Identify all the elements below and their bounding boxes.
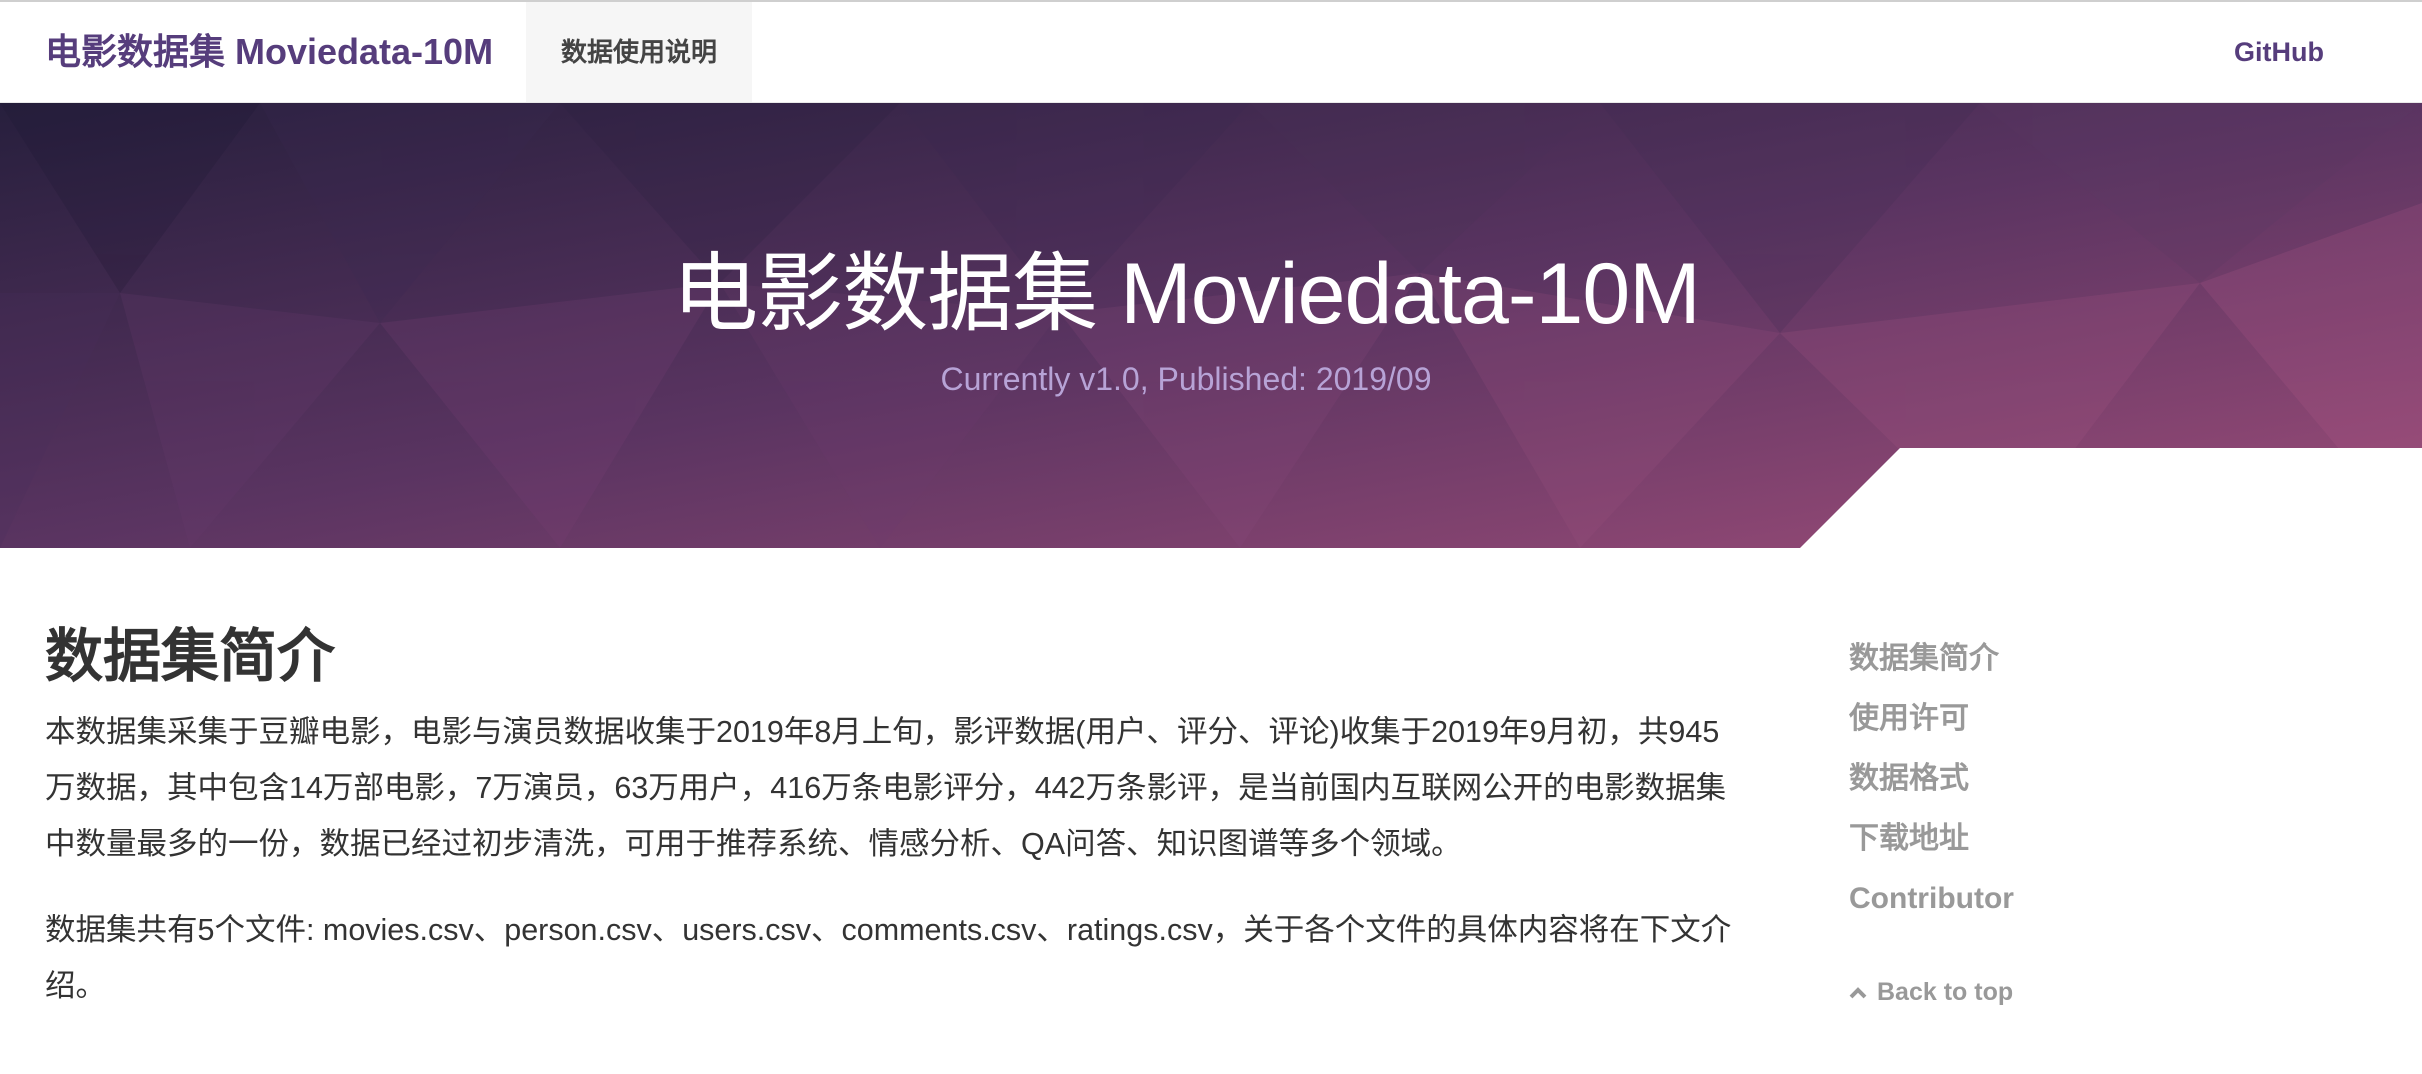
sidebar-item-format[interactable]: 数据格式: [1849, 753, 2249, 813]
intro-paragraph: 本数据集采集于豆瓣电影，电影与演员数据收集于2019年8月上旬，影评数据(用户、…: [45, 715, 1727, 861]
sidebar-item-contributor[interactable]: Contributor: [1849, 873, 2249, 933]
nav-item-usage[interactable]: 数据使用说明: [526, 2, 752, 102]
files-paragraph: 数据集共有5个文件: movies.csv、person.csv、users.c…: [45, 913, 1732, 1003]
sidebar-item-download[interactable]: 下载地址: [1849, 813, 2249, 873]
navbar: 电影数据集 Moviedata-10M 数据使用说明 GitHub: [0, 2, 2422, 103]
sidebar-item-intro[interactable]: 数据集简介: [1849, 633, 2249, 693]
sidebar-toc: 数据集简介 使用许可 数据格式 下载地址 Contributor: [1849, 633, 2249, 933]
hero-title: 电影数据集 Moviedata-10M: [672, 246, 1701, 342]
main-content: 数据集简介 本数据集采集于豆瓣电影，电影与演员数据收集于2019年8月上旬，影评…: [45, 618, 1745, 1014]
back-to-top-link[interactable]: Back to top: [1849, 978, 2013, 1007]
hero-subtitle: Currently v1.0, Published: 2019/09: [940, 361, 1432, 397]
sidebar-item-license[interactable]: 使用许可: [1849, 693, 2249, 753]
hero-banner: 电影数据集 Moviedata-10M Currently v1.0, Publ…: [0, 103, 2422, 548]
github-link[interactable]: GitHub: [2234, 2, 2324, 102]
brand-link[interactable]: 电影数据集 Moviedata-10M: [45, 2, 493, 102]
section-heading: 数据集简介: [45, 624, 336, 689]
back-to-top-label: Back to top: [1877, 978, 2014, 1006]
chevron-up-icon: [1849, 978, 1867, 1007]
